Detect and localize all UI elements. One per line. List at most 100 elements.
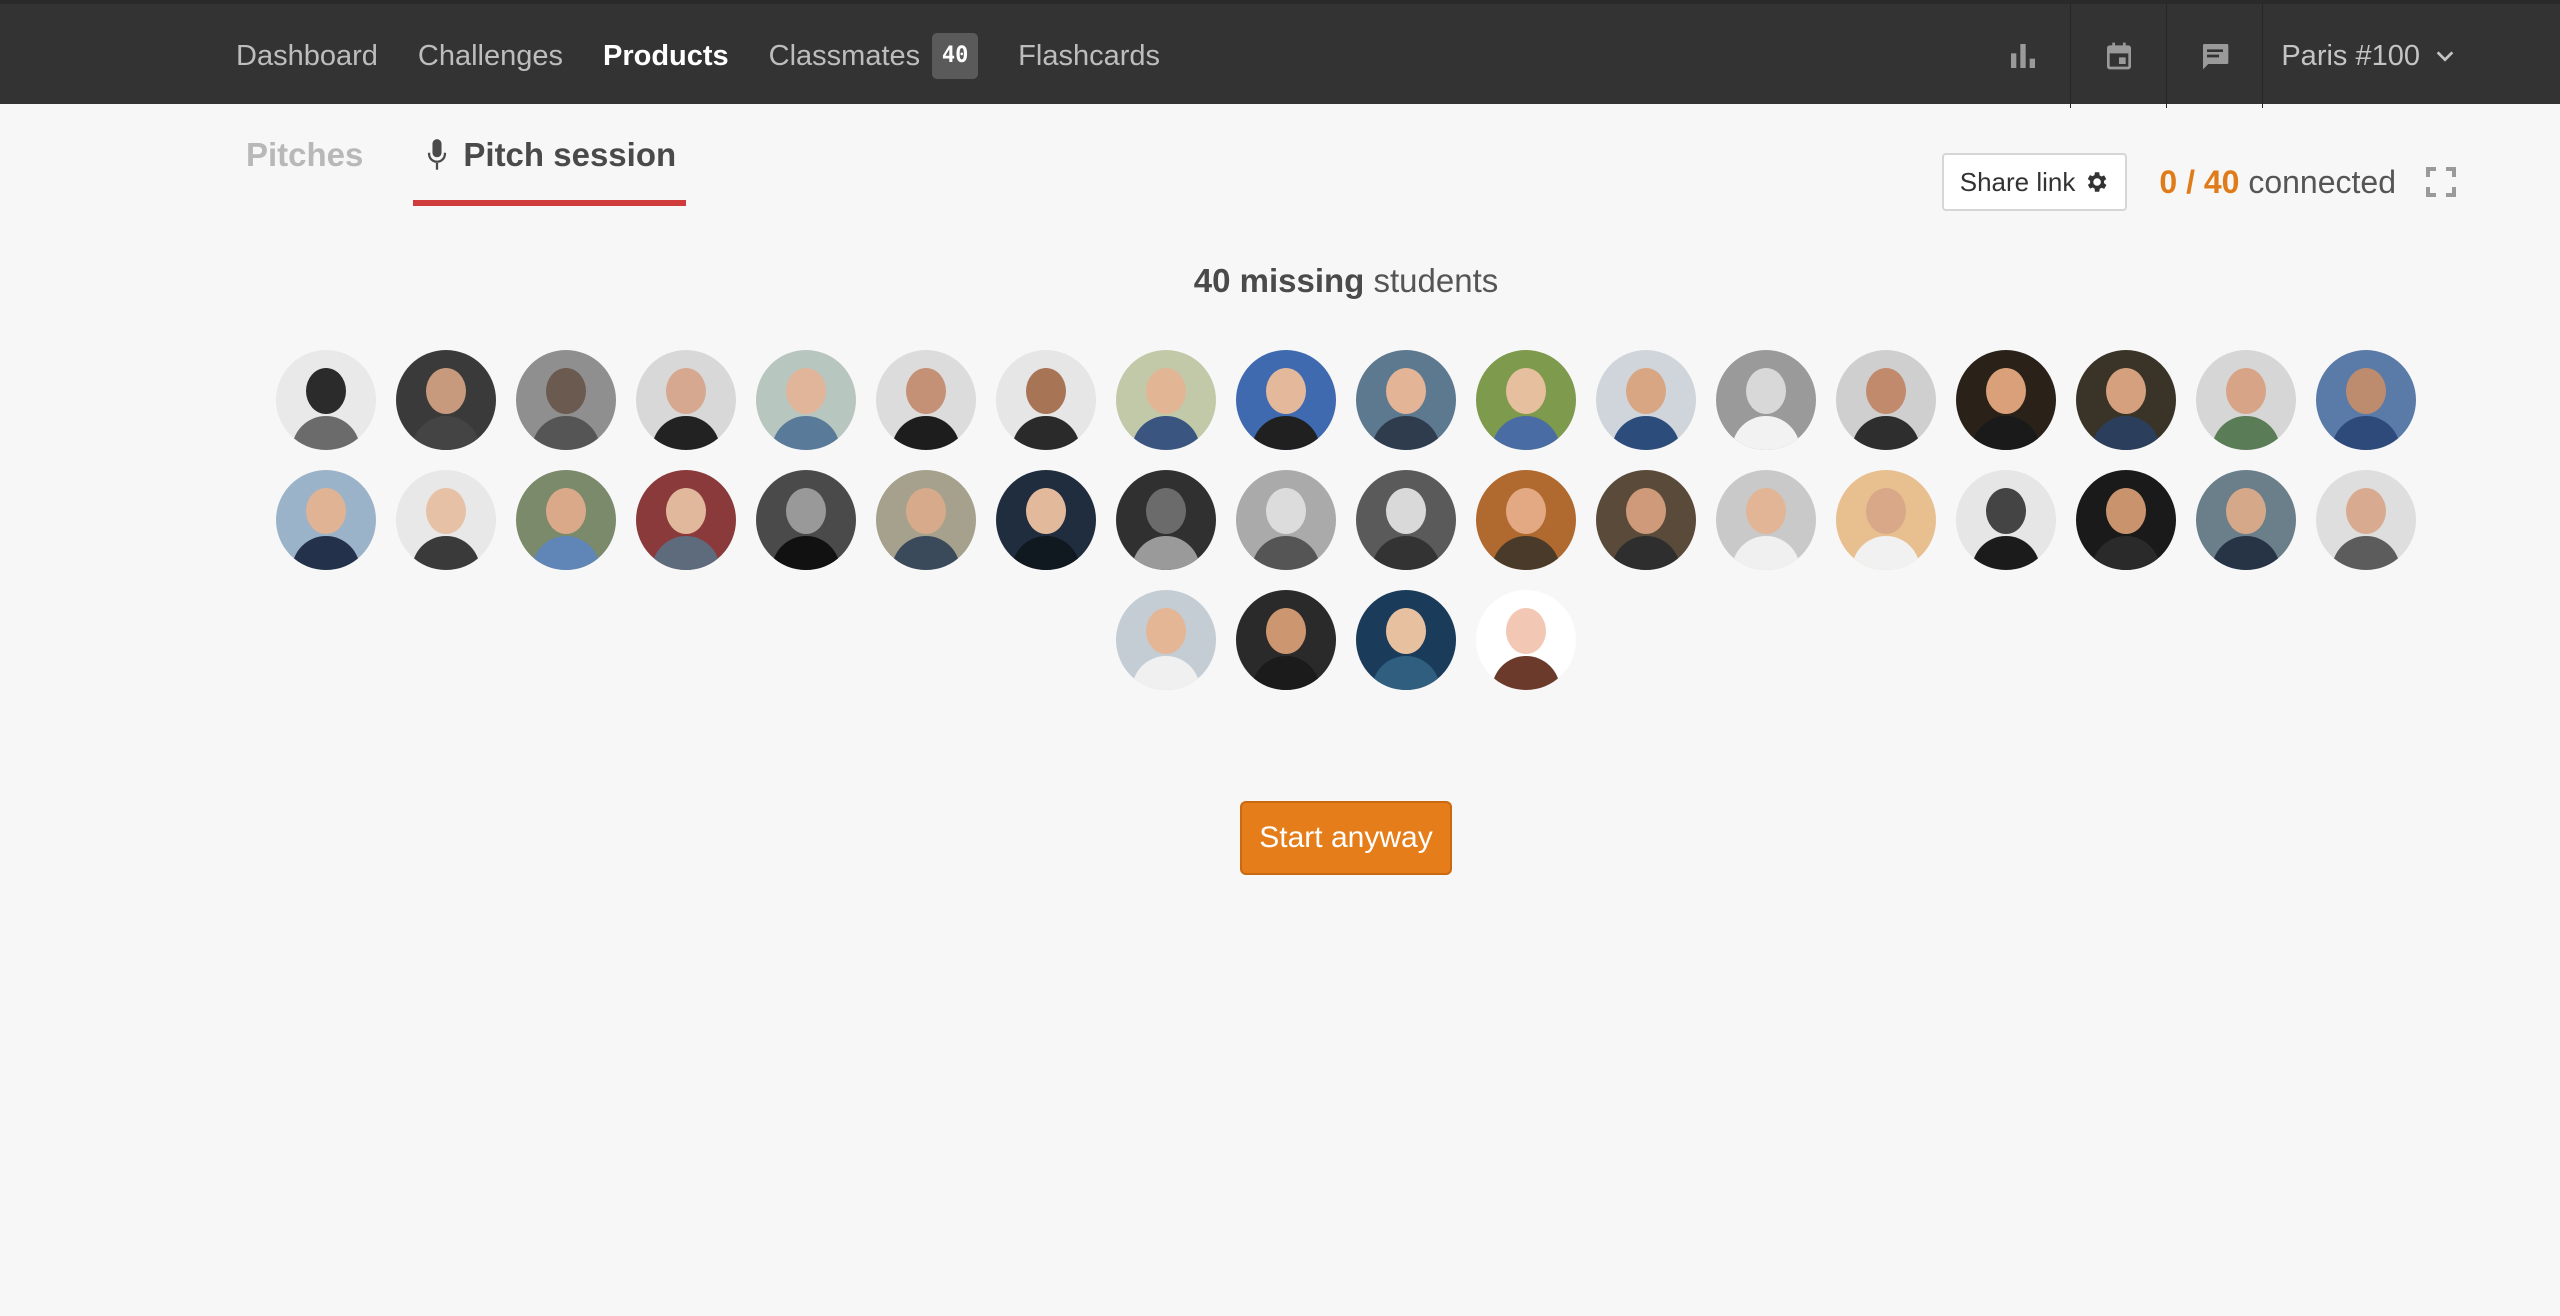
student-avatar[interactable] [2076, 350, 2176, 450]
nav-link-label: Challenges [417, 39, 563, 72]
avatar-body [1132, 416, 1200, 450]
student-avatar[interactable] [1116, 350, 1216, 450]
avatar-body [1252, 536, 1320, 570]
batch-selector[interactable]: Paris #100 [2281, 40, 2456, 73]
student-avatar[interactable] [1956, 470, 2056, 570]
avatar-body [892, 536, 960, 570]
nav-link-classmates[interactable]: Classmates 40 [769, 33, 979, 79]
nav-link-dashboard[interactable]: Dashboard [236, 40, 378, 73]
student-avatar[interactable] [1236, 350, 1336, 450]
nav-link-challenges[interactable]: Challenges [418, 40, 563, 73]
student-avatar[interactable] [1716, 470, 1816, 570]
student-avatar[interactable] [516, 470, 616, 570]
missing-count: 40 missing [1193, 262, 1365, 299]
student-avatar[interactable] [1836, 350, 1936, 450]
student-avatar[interactable] [276, 470, 376, 570]
avatar-body [2332, 416, 2400, 450]
student-avatar[interactable] [1356, 470, 1456, 570]
avatar-head [1266, 608, 1306, 654]
student-avatar[interactable] [1236, 470, 1336, 570]
student-avatar[interactable] [1356, 350, 1456, 450]
avatar-body [1492, 536, 1560, 570]
student-avatar[interactable] [1476, 350, 1576, 450]
tab-pitch-session[interactable]: Pitch session [413, 104, 686, 206]
avatar-head [2226, 488, 2266, 534]
nav-link-products[interactable]: Products [603, 40, 729, 73]
student-avatar[interactable] [1476, 590, 1576, 690]
fullscreen-button[interactable] [2426, 167, 2456, 197]
messages-button[interactable] [2167, 4, 2264, 108]
avatar-body [2212, 416, 2280, 450]
tab-label: Pitch session [463, 136, 677, 173]
student-avatar[interactable] [1596, 470, 1696, 570]
student-avatar[interactable] [396, 470, 496, 570]
avatar-head [1026, 368, 1066, 414]
avatar-body [1612, 416, 1680, 450]
student-avatar[interactable] [756, 470, 856, 570]
avatar-body [1372, 416, 1440, 450]
student-avatar[interactable] [1716, 350, 1816, 450]
student-avatar[interactable] [1356, 590, 1456, 690]
student-avatar[interactable] [1116, 470, 1216, 570]
avatar-body [2092, 416, 2160, 450]
nav-link-flashcards[interactable]: Flashcards [1018, 40, 1160, 73]
student-avatar[interactable] [1236, 590, 1336, 690]
avatar-head [2346, 488, 2386, 534]
avatar-head [2346, 368, 2386, 414]
student-avatar[interactable] [636, 350, 736, 450]
student-avatar[interactable] [996, 350, 1096, 450]
nav-link-label: Classmates [768, 39, 921, 72]
student-avatar[interactable] [396, 350, 496, 450]
student-avatar[interactable] [2316, 350, 2416, 450]
calendar-button[interactable] [2071, 4, 2168, 108]
nav-link-label: Products [602, 39, 729, 72]
student-avatar[interactable] [2076, 470, 2176, 570]
avatar-head [2226, 368, 2266, 414]
session-tabs: Pitches Pitch session [236, 104, 726, 206]
avatar-head [906, 368, 946, 414]
avatar-body [1252, 416, 1320, 450]
student-avatar[interactable] [1836, 470, 1936, 570]
avatar-body [1972, 536, 2040, 570]
student-avatar[interactable] [756, 350, 856, 450]
student-avatar[interactable] [2316, 470, 2416, 570]
nav-link-label: Flashcards [1018, 39, 1160, 72]
student-avatar[interactable] [276, 350, 376, 450]
avatar-head [426, 368, 466, 414]
student-avatar[interactable] [1596, 350, 1696, 450]
connected-status: 0 / 40 connected [2159, 164, 2396, 201]
share-link-button[interactable]: Share link [1941, 153, 2128, 211]
student-avatar[interactable] [1956, 350, 2056, 450]
avatar-body [1372, 536, 1440, 570]
avatar-head [1506, 608, 1546, 654]
student-avatar[interactable] [876, 350, 976, 450]
start-anyway-label: Start anyway [1259, 821, 1433, 854]
student-avatar[interactable] [636, 470, 736, 570]
student-avatar[interactable] [2196, 350, 2296, 450]
student-avatar[interactable] [996, 470, 1096, 570]
student-avatar[interactable] [2196, 470, 2296, 570]
avatar-head [1746, 368, 1786, 414]
avatar-body [1732, 416, 1800, 450]
student-avatar[interactable] [1116, 590, 1216, 690]
student-avatar[interactable] [1476, 470, 1576, 570]
avatar-head [1386, 368, 1426, 414]
avatar-head [1626, 368, 1666, 414]
start-anyway-button[interactable]: Start anyway [1240, 801, 1452, 875]
stats-button[interactable] [1975, 4, 2072, 108]
avatar-body [1972, 416, 2040, 450]
student-avatar[interactable] [516, 350, 616, 450]
avatar-body [412, 416, 480, 450]
student-avatar[interactable] [876, 470, 976, 570]
avatar-body [1732, 536, 1800, 570]
batch-label: Paris #100 [2281, 39, 2420, 72]
avatar-body [1492, 416, 1560, 450]
connected-count: 0 / 40 [2159, 163, 2240, 200]
avatar-head [666, 368, 706, 414]
tab-pitches[interactable]: Pitches [236, 104, 373, 206]
missing-suffix: students [1373, 262, 1499, 299]
top-navbar: Dashboard Challenges Products Classmates… [0, 0, 2560, 108]
avatar-body [1852, 416, 1920, 450]
avatar-head [2106, 488, 2146, 534]
avatar-head [426, 488, 466, 534]
